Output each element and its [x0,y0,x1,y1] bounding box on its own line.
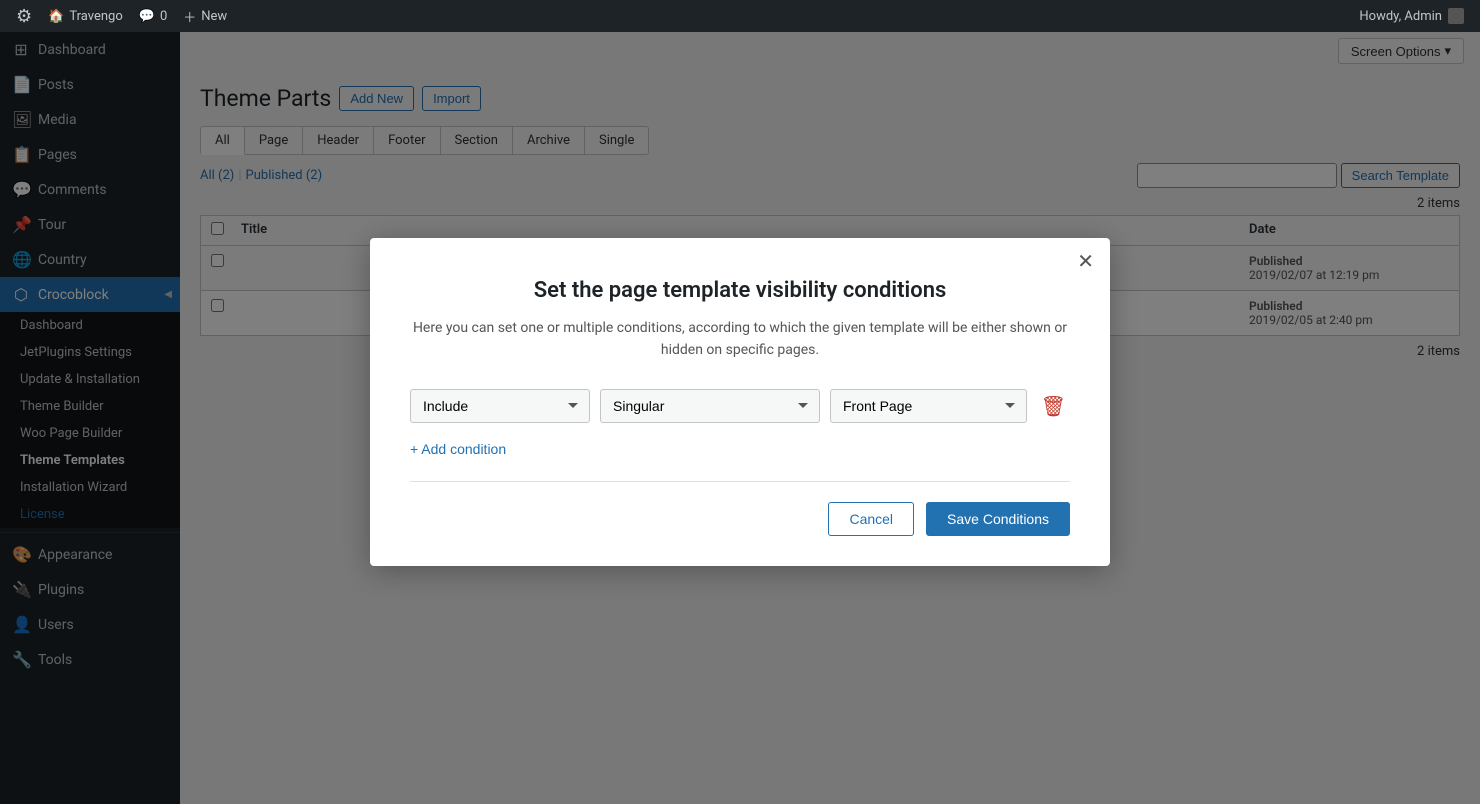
modal-title: Set the page template visibility conditi… [410,278,1070,303]
plus-icon: ＋ [183,7,196,26]
modal-overlay[interactable]: ✕ Set the page template visibility condi… [0,0,1480,804]
cancel-button[interactable]: Cancel [828,502,914,536]
admin-bar: ⚙ 🏠 Travengo 💬 0 ＋ New Howdy, Admin [0,0,1480,32]
admin-bar-new[interactable]: ＋ New [175,0,235,32]
modal-close-button[interactable]: ✕ [1077,252,1094,272]
comment-icon: 💬 [139,9,155,24]
admin-bar-user[interactable]: Howdy, Admin [1351,8,1472,24]
admin-bar-comments[interactable]: 💬 0 [131,0,176,32]
modal-footer: Cancel Save Conditions [410,502,1070,536]
trash-icon: 🗑 [1041,394,1066,419]
admin-bar-right: Howdy, Admin [1351,8,1472,24]
add-condition-button[interactable]: + Add condition [410,437,506,461]
modal-description: Here you can set one or multiple conditi… [410,317,1070,362]
modal: ✕ Set the page template visibility condi… [370,238,1110,567]
frontpage-select[interactable]: Front Page Blog Page Post Page [830,389,1027,423]
modal-divider [410,481,1070,482]
home-icon: 🏠 [48,9,64,24]
condition-row: Include Exclude Singular Archive All Pag… [410,389,1070,423]
delete-condition-button[interactable]: 🗑 [1037,390,1070,423]
admin-avatar [1448,8,1464,24]
save-conditions-button[interactable]: Save Conditions [926,502,1070,536]
admin-bar-wp-logo[interactable]: ⚙ [8,0,40,32]
singular-select[interactable]: Singular Archive All Pages [600,389,820,423]
wp-logo-icon: ⚙ [16,6,32,27]
admin-bar-site-name[interactable]: 🏠 Travengo [40,0,131,32]
include-select[interactable]: Include Exclude [410,389,590,423]
